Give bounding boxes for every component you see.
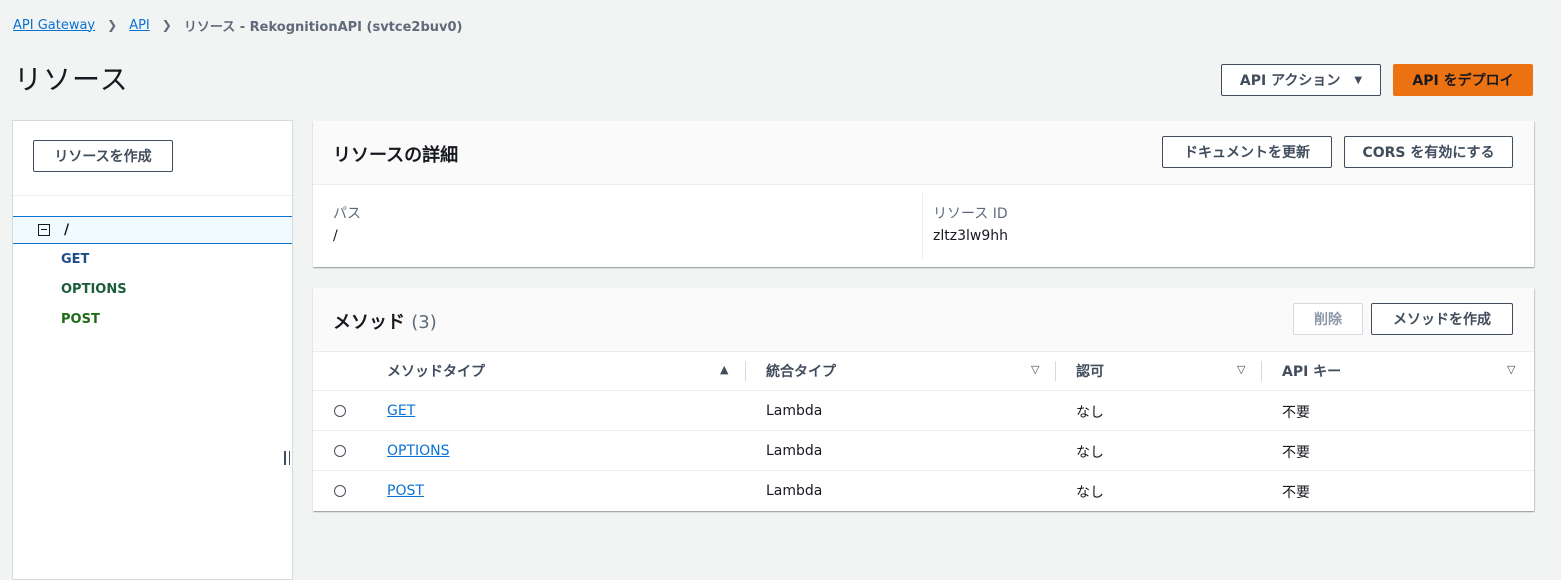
caret-down-icon: ▼	[1354, 74, 1363, 86]
api-key-cell: 不要	[1282, 485, 1310, 501]
methods-title: メソッド (3)	[333, 308, 437, 334]
integration-type-cell: Lambda	[766, 403, 823, 419]
delete-button[interactable]: 削除	[1293, 303, 1363, 335]
row-select-radio[interactable]	[334, 485, 346, 497]
row-divider	[313, 390, 1534, 391]
deploy-api-button[interactable]: API をデプロイ	[1393, 64, 1533, 96]
column-header-method-type[interactable]: メソッドタイプ	[387, 352, 485, 390]
column-divider	[1055, 361, 1056, 381]
update-documentation-button[interactable]: ドキュメントを更新	[1162, 136, 1332, 168]
column-divider	[745, 361, 746, 381]
api-actions-button[interactable]: API アクション ▼	[1221, 64, 1381, 96]
resource-tree-panel: リソースを作成 / GET OPTIONS POST	[12, 120, 293, 580]
tree-item-post[interactable]: POST	[61, 312, 100, 327]
methods-card: メソッド (3) 削除 メソッドを作成 メソッドタイプ ▲ 統合タイプ ▽ 認可…	[313, 288, 1534, 511]
sort-icon[interactable]: ▽	[1507, 363, 1515, 376]
enable-cors-button[interactable]: CORS を有効にする	[1344, 136, 1513, 168]
page-title: リソース	[14, 63, 129, 96]
api-actions-label: API アクション	[1239, 73, 1341, 89]
divider	[13, 195, 292, 196]
authorization-cell: なし	[1076, 485, 1104, 501]
chevron-right-icon: ❯	[161, 18, 172, 32]
divider	[922, 193, 923, 259]
row-select-radio[interactable]	[334, 445, 346, 457]
sort-icon[interactable]: ▽	[1237, 363, 1245, 376]
integration-type-cell: Lambda	[766, 483, 823, 499]
create-resource-label: リソースを作成	[54, 149, 152, 165]
api-key-cell: 不要	[1282, 445, 1310, 461]
breadcrumb-api[interactable]: API	[129, 18, 150, 33]
tree-item-root[interactable]: /	[13, 216, 292, 244]
resource-details-title: リソースの詳細	[333, 145, 459, 166]
panel-resize-handle[interactable]	[284, 451, 290, 465]
authorization-cell: なし	[1076, 405, 1104, 421]
breadcrumb: API Gateway ❯ API ❯ リソース - RekognitionAP…	[13, 15, 462, 35]
path-value: /	[333, 228, 338, 244]
sort-icon[interactable]: ▽	[1031, 363, 1039, 376]
tree-item-options[interactable]: OPTIONS	[61, 282, 127, 297]
methods-header: メソッド (3) 削除 メソッドを作成	[313, 288, 1534, 352]
row-divider	[313, 470, 1534, 471]
breadcrumb-current: リソース - RekognitionAPI (svtce2buv0)	[183, 19, 463, 35]
delete-label: 削除	[1314, 312, 1342, 328]
method-link-options[interactable]: OPTIONS	[387, 443, 450, 459]
column-divider	[1261, 361, 1262, 381]
update-documentation-label: ドキュメントを更新	[1184, 145, 1310, 161]
method-link-get[interactable]: GET	[387, 403, 415, 419]
method-link-post[interactable]: POST	[387, 483, 424, 499]
breadcrumb-api-gateway[interactable]: API Gateway	[13, 18, 95, 33]
resource-id-label: リソース ID	[933, 206, 1008, 222]
authorization-cell: なし	[1076, 445, 1104, 461]
column-header-integration-type[interactable]: 統合タイプ	[766, 352, 836, 390]
chevron-right-icon: ❯	[107, 18, 118, 32]
path-label: パス	[333, 206, 361, 222]
sort-ascending-icon[interactable]: ▲	[720, 363, 728, 376]
row-divider	[313, 430, 1534, 431]
create-method-button[interactable]: メソッドを作成	[1371, 303, 1513, 335]
row-select-radio[interactable]	[334, 405, 346, 417]
collapse-icon[interactable]	[38, 224, 50, 236]
resource-details-card: リソースの詳細 ドキュメントを更新 CORS を有効にする パス / リソース …	[313, 121, 1534, 267]
tree-root-label: /	[64, 222, 70, 238]
resource-details-header: リソースの詳細 ドキュメントを更新 CORS を有効にする	[313, 121, 1534, 185]
methods-count: (3)	[411, 312, 437, 333]
column-header-authorization[interactable]: 認可	[1076, 352, 1104, 390]
deploy-api-label: API をデプロイ	[1412, 73, 1514, 89]
create-method-label: メソッドを作成	[1393, 312, 1491, 328]
methods-title-text: メソッド	[333, 312, 405, 333]
enable-cors-label: CORS を有効にする	[1362, 145, 1495, 161]
tree-item-get[interactable]: GET	[61, 252, 89, 267]
resource-id-value: zltz3lw9hh	[933, 228, 1008, 244]
integration-type-cell: Lambda	[766, 443, 823, 459]
api-key-cell: 不要	[1282, 405, 1310, 421]
column-header-api-key[interactable]: API キー	[1282, 352, 1341, 390]
create-resource-button[interactable]: リソースを作成	[33, 140, 173, 172]
